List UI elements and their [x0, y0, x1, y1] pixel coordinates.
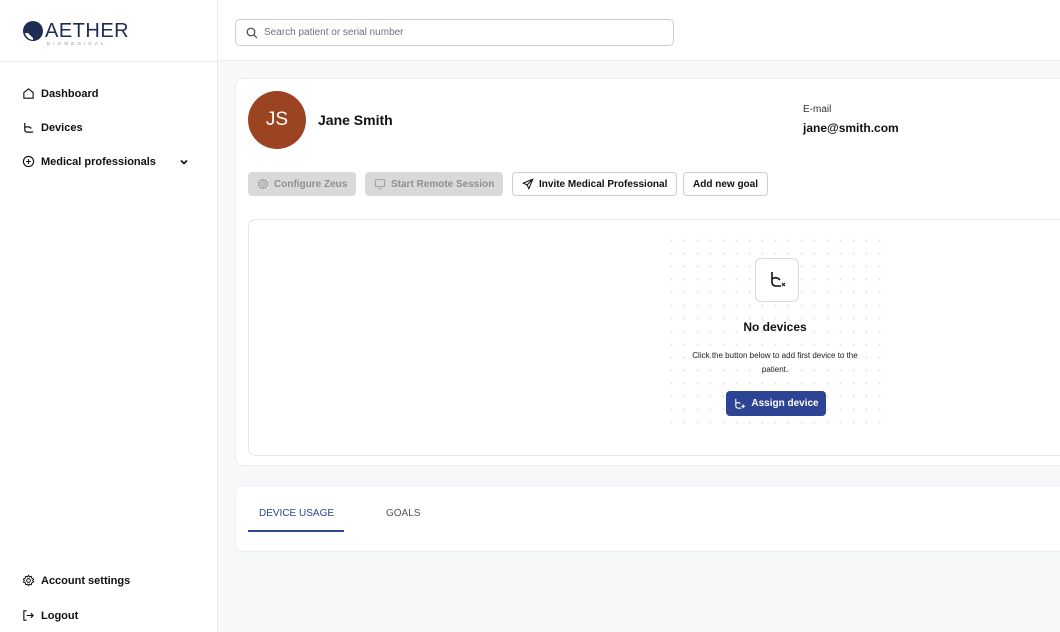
aether-logo-icon — [23, 21, 43, 41]
sidebar-item-label: Devices — [41, 121, 83, 134]
invite-medical-professional-button[interactable]: Invite Medical Professional — [512, 172, 678, 196]
sidebar-item-medical-professionals[interactable]: Medical professionals — [22, 155, 156, 168]
gear-icon — [22, 574, 35, 587]
sidebar-item-label: Logout — [41, 609, 79, 622]
chevron-down-icon[interactable] — [178, 156, 190, 168]
email-label: E-mail — [803, 104, 832, 115]
home-icon — [23, 88, 34, 99]
sidebar-item-label: Dashboard — [41, 87, 99, 100]
button-label: Add new goal — [693, 178, 758, 190]
add-new-goal-button[interactable]: Add new goal — [683, 172, 768, 196]
search-icon — [246, 27, 258, 38]
brand-logo[interactable]: AETHER BIOMEDICAL — [22, 20, 129, 46]
email-value: jane@smith.com — [803, 121, 899, 135]
device-plus-icon — [735, 398, 746, 409]
start-remote-session-button[interactable]: Start Remote Session — [365, 172, 504, 196]
sidebar-item-label: Medical professionals — [41, 155, 156, 168]
empty-state-title: No devices — [743, 320, 807, 334]
tab-device-usage[interactable]: DEVICE USAGE — [259, 508, 334, 519]
logout-icon — [23, 610, 34, 621]
top-bar — [218, 0, 1060, 61]
configure-zeus-button[interactable]: Configure Zeus — [248, 172, 357, 196]
avatar: JS — [248, 91, 306, 149]
monitor-icon — [374, 179, 386, 190]
send-icon — [522, 178, 534, 190]
button-label: Invite Medical Professional — [539, 178, 668, 190]
sidebar-item-label: Account settings — [41, 574, 131, 587]
device-icon — [24, 122, 34, 133]
no-device-icon-box — [755, 258, 799, 302]
usage-tabs-card: DEVICE USAGE GOALS — [235, 485, 1060, 552]
search-input[interactable] — [264, 27, 664, 38]
assign-device-button[interactable]: Assign device — [726, 391, 826, 416]
gear-icon — [257, 178, 269, 190]
button-label: Assign device — [751, 398, 819, 409]
active-tab-indicator — [248, 530, 344, 532]
shield-plus-icon — [22, 155, 35, 168]
device-x-icon — [771, 272, 786, 287]
devices-panel: No devices Click the button below to add… — [248, 219, 1060, 456]
sidebar-divider — [0, 61, 218, 62]
brand-tagline: BIOMEDICAL — [47, 41, 107, 46]
patient-name: Jane Smith — [318, 112, 393, 128]
button-label: Configure Zeus — [274, 178, 348, 190]
tab-goals[interactable]: GOALS — [386, 508, 420, 519]
empty-state-description: Click the button below to add first devi… — [692, 351, 858, 374]
sidebar: AETHER BIOMEDICAL Dashboard Devices Medi… — [0, 0, 218, 632]
search-box[interactable] — [235, 19, 674, 46]
brand-name: AETHER — [45, 20, 130, 42]
sidebar-item-devices[interactable]: Devices — [22, 121, 83, 134]
patient-card: JS Jane Smith E-mail jane@smith.com Conf… — [235, 78, 1060, 466]
button-label: Start Remote Session — [391, 178, 495, 190]
sidebar-item-dashboard[interactable]: Dashboard — [22, 87, 98, 100]
sidebar-item-account-settings[interactable]: Account settings — [22, 574, 130, 587]
sidebar-item-logout[interactable]: Logout — [22, 609, 78, 622]
